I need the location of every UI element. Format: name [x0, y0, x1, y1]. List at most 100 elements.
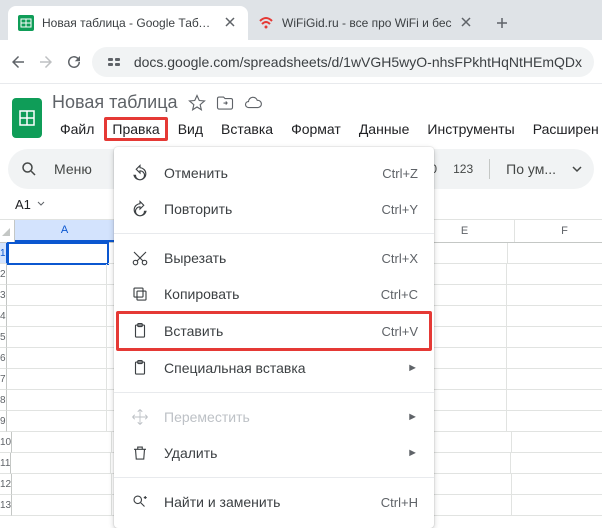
cell[interactable] [7, 306, 107, 327]
row-header[interactable]: 1 [0, 243, 8, 264]
submenu-arrow-icon: ► [407, 362, 418, 374]
menu-delete[interactable]: Удалить ► [114, 435, 434, 471]
row-header[interactable]: 10 [0, 432, 12, 453]
close-icon[interactable] [460, 16, 474, 30]
browser-tab[interactable]: WiFiGid.ru - все про WiFi и бес [248, 6, 484, 40]
cell[interactable] [508, 243, 602, 264]
cell[interactable] [7, 285, 107, 306]
menu-label: Вырезать [164, 250, 368, 266]
cut-icon [130, 248, 150, 268]
star-icon[interactable] [188, 94, 206, 112]
browser-tab-active[interactable]: Новая таблица - Google Табли... [8, 6, 248, 40]
cell[interactable] [512, 495, 602, 516]
row-header[interactable]: 11 [0, 453, 11, 474]
find-replace-icon [130, 492, 150, 512]
chevron-down-icon[interactable] [572, 164, 582, 174]
format-123-button[interactable]: 123 [453, 162, 473, 176]
cell[interactable] [507, 348, 602, 369]
delete-icon [130, 443, 150, 463]
row-header[interactable]: 13 [0, 495, 12, 516]
cell[interactable] [7, 369, 107, 390]
menu-copy[interactable]: Копировать Ctrl+C [114, 276, 434, 312]
search-menus-icon[interactable] [20, 160, 38, 178]
cell[interactable] [12, 432, 112, 453]
menu-view[interactable]: Вид [170, 117, 211, 141]
select-all-corner[interactable] [0, 220, 15, 242]
url-bar[interactable]: docs.google.com/spreadsheets/d/1wVGH5wyO… [92, 47, 594, 77]
name-box[interactable]: A1 [8, 193, 74, 215]
menu-find-replace[interactable]: Найти и заменить Ctrl+H [114, 484, 434, 520]
sheets-header: Новая таблица Файл Правка Вид Вставка Фо… [0, 84, 602, 141]
cell[interactable] [507, 390, 602, 411]
menu-paste-special[interactable]: Специальная вставка ► [114, 350, 434, 386]
site-settings-icon[interactable] [104, 52, 124, 72]
menu-paste[interactable]: Вставить Ctrl+V [116, 311, 432, 351]
cell[interactable] [507, 285, 602, 306]
edit-dropdown: Отменить Ctrl+Z Повторить Ctrl+Y Вырезат… [114, 147, 434, 528]
menu-data[interactable]: Данные [351, 117, 418, 141]
menu-undo[interactable]: Отменить Ctrl+Z [114, 155, 434, 191]
menu-redo[interactable]: Повторить Ctrl+Y [114, 191, 434, 227]
forward-button[interactable] [36, 48, 56, 76]
menu-shortcut: Ctrl+Z [382, 166, 418, 181]
chevron-down-icon [37, 200, 45, 208]
font-selector[interactable]: По ум... [506, 161, 556, 177]
menu-label: Повторить [164, 201, 368, 217]
cell[interactable] [507, 264, 602, 285]
menu-divider [114, 392, 434, 393]
undo-icon [130, 163, 150, 183]
cell[interactable] [7, 264, 107, 285]
back-button[interactable] [8, 48, 28, 76]
cell[interactable] [7, 411, 107, 432]
reload-button[interactable] [64, 48, 84, 76]
cell[interactable] [7, 327, 107, 348]
sheets-logo[interactable] [12, 92, 42, 140]
cell[interactable] [507, 306, 602, 327]
toolbar-menu-label[interactable]: Меню [54, 161, 92, 177]
close-icon[interactable] [224, 16, 238, 30]
menu-shortcut: Ctrl+H [381, 495, 418, 510]
menu-tools[interactable]: Инструменты [419, 117, 522, 141]
cell[interactable] [8, 243, 108, 264]
menu-label: Найти и заменить [164, 494, 367, 510]
menu-label: Удалить [164, 445, 393, 461]
menu-label: Вставить [164, 323, 368, 339]
triangle-icon [0, 226, 10, 236]
tab-title: WiFiGid.ru - все про WiFi и бес [282, 16, 452, 30]
cell[interactable] [7, 348, 107, 369]
paste-special-icon [130, 358, 150, 378]
menu-cut[interactable]: Вырезать Ctrl+X [114, 240, 434, 276]
menu-format[interactable]: Формат [283, 117, 349, 141]
menubar: Файл Правка Вид Вставка Формат Данные Ин… [52, 117, 602, 141]
move-folder-icon[interactable] [216, 94, 234, 112]
row-header[interactable]: 12 [0, 474, 12, 495]
menu-insert[interactable]: Вставка [213, 117, 281, 141]
cell[interactable] [507, 327, 602, 348]
cell[interactable] [512, 432, 602, 453]
address-bar: docs.google.com/spreadsheets/d/1wVGH5wyO… [0, 40, 602, 84]
new-tab-button[interactable] [488, 9, 516, 37]
cell[interactable] [11, 453, 111, 474]
menu-edit[interactable]: Правка [104, 117, 167, 141]
menu-label: Копировать [164, 286, 367, 302]
cell[interactable] [512, 474, 602, 495]
cloud-status-icon[interactable] [244, 94, 262, 112]
cell[interactable] [12, 474, 112, 495]
cell[interactable] [7, 390, 107, 411]
menu-file[interactable]: Файл [52, 117, 102, 141]
menu-shortcut: Ctrl+Y [382, 202, 418, 217]
col-header-a[interactable]: A [15, 220, 115, 242]
redo-icon [130, 199, 150, 219]
tab-title: Новая таблица - Google Табли... [42, 16, 216, 30]
cell[interactable] [507, 411, 602, 432]
menu-label: Отменить [164, 165, 368, 181]
cell[interactable] [12, 495, 112, 516]
url-text: docs.google.com/spreadsheets/d/1wVGH5wyO… [134, 54, 582, 70]
move-icon [130, 407, 150, 427]
menu-extensions[interactable]: Расширен [525, 117, 602, 141]
cell[interactable] [511, 453, 602, 474]
doc-title[interactable]: Новая таблица [52, 92, 178, 113]
col-header-f[interactable]: F [515, 220, 602, 242]
copy-icon [130, 284, 150, 304]
cell[interactable] [507, 369, 602, 390]
